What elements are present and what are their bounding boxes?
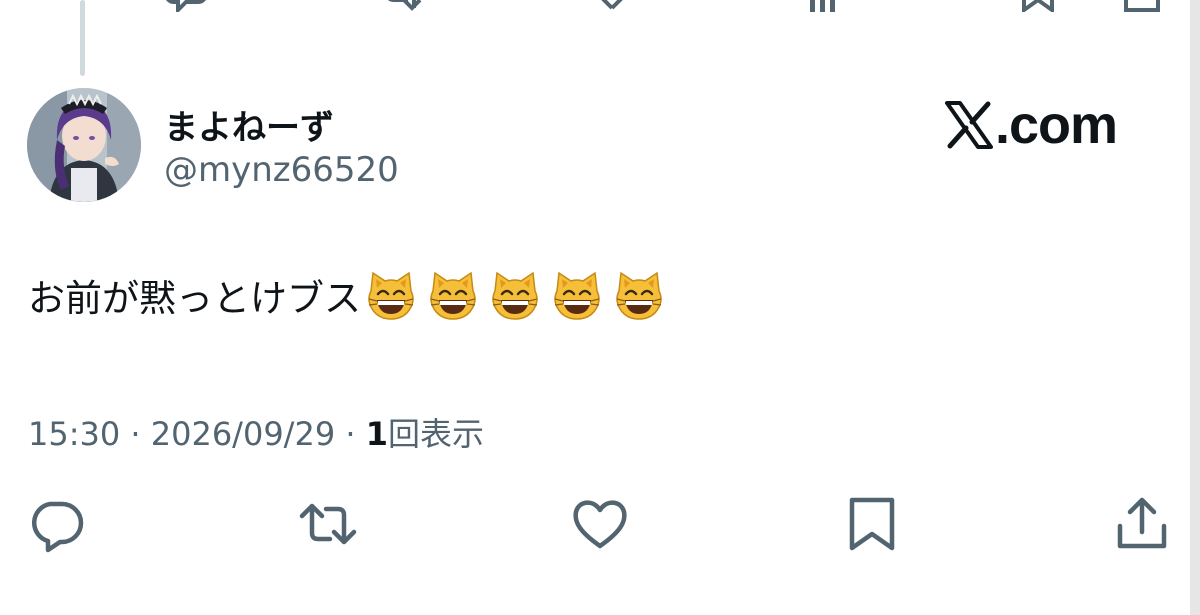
like-icon bbox=[573, 500, 627, 549]
tweet-body: お前が黙っとけブス bbox=[28, 268, 665, 322]
grinning-cat-emoji bbox=[492, 271, 538, 320]
author-handle[interactable]: @mynz66520 bbox=[164, 150, 399, 190]
tweet-time[interactable]: 15:30 bbox=[28, 415, 120, 453]
grinning-cat-emoji bbox=[554, 271, 600, 320]
x-com-watermark: .com bbox=[945, 94, 1118, 156]
retweet-icon[interactable] bbox=[384, 0, 424, 12]
meta-separator: · bbox=[120, 415, 151, 453]
views-count: 1 bbox=[365, 415, 388, 453]
x-logo-icon bbox=[945, 101, 993, 149]
avatar-image bbox=[27, 88, 141, 202]
avatar[interactable] bbox=[27, 88, 141, 202]
reply-button[interactable] bbox=[26, 494, 86, 554]
thread-connector-line bbox=[80, 0, 85, 76]
tweet-text: お前が黙っとけブス bbox=[28, 277, 361, 320]
share-icon[interactable] bbox=[1122, 0, 1162, 12]
views-icon[interactable] bbox=[806, 0, 846, 12]
grinning-cat-emoji bbox=[430, 271, 476, 320]
grinning-cat-emoji bbox=[616, 271, 662, 320]
tweet-meta: 15:30 · 2026/09/29 · 1回表示 bbox=[28, 409, 484, 455]
tweet-action-bar bbox=[0, 494, 1200, 554]
grinning-cat-emoji bbox=[368, 271, 414, 320]
brand-domain-text: .com bbox=[995, 95, 1118, 155]
views-count-prev: 27 bbox=[866, 0, 899, 2]
bookmark-button[interactable] bbox=[842, 494, 902, 554]
views-label: 回表示 bbox=[387, 415, 484, 453]
bookmark-icon bbox=[849, 497, 895, 551]
like-icon[interactable] bbox=[592, 0, 632, 12]
reply-count: 1 bbox=[228, 0, 245, 2]
retweet-icon bbox=[299, 503, 357, 545]
share-icon bbox=[1117, 497, 1167, 549]
tweet-date[interactable]: 2026/09/29 bbox=[151, 415, 335, 453]
bookmark-icon[interactable] bbox=[1018, 0, 1058, 12]
retweet-button[interactable] bbox=[298, 494, 358, 554]
reply-icon[interactable] bbox=[166, 0, 206, 12]
previous-post-actions: 1 27 bbox=[0, 0, 1200, 18]
share-button[interactable] bbox=[1112, 494, 1172, 554]
reply-icon bbox=[31, 501, 84, 553]
author-display-name[interactable]: まよねーず bbox=[164, 100, 334, 149]
like-button[interactable] bbox=[570, 494, 630, 554]
meta-separator: · bbox=[335, 415, 366, 453]
